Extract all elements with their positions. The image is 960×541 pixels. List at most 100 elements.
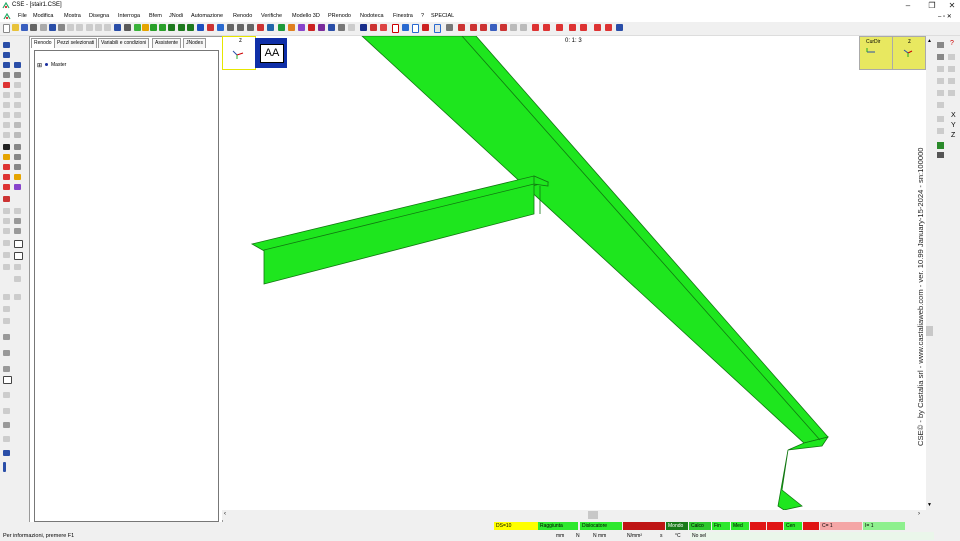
tool-s-icon[interactable] [3, 144, 10, 150]
error-icon[interactable] [422, 24, 429, 31]
scroll-left-icon[interactable]: ‹ [224, 511, 226, 517]
tool-al-icon[interactable] [3, 252, 10, 258]
tool-k-icon[interactable] [3, 102, 10, 108]
bolt-icon[interactable] [370, 24, 377, 31]
tool-aq-icon[interactable] [3, 294, 10, 300]
rtool-b-icon[interactable] [937, 54, 944, 60]
zoom-out-icon[interactable] [237, 24, 244, 31]
check-icon[interactable] [412, 24, 419, 33]
table-icon[interactable] [520, 24, 527, 31]
model-canvas[interactable] [222, 36, 930, 510]
tool-q-icon[interactable] [3, 132, 10, 138]
rtool-i-icon[interactable] [948, 90, 955, 96]
menu-modifica[interactable]: Modifica [33, 13, 53, 19]
cross-icon[interactable] [458, 24, 465, 31]
menu-modello3d[interactable]: Modello 3D [292, 13, 320, 19]
save-icon[interactable] [21, 24, 28, 31]
tool-e-icon[interactable] [3, 72, 10, 78]
new-icon[interactable] [3, 24, 10, 33]
dim3-icon[interactable] [605, 24, 612, 31]
menu-file[interactable]: File [18, 13, 27, 19]
status-ok[interactable]: OK [803, 522, 819, 530]
tool-w-icon[interactable] [3, 164, 10, 170]
3d-viewport[interactable]: z AA 0: 1: 3 CurDir z CSE© - by Castalia… [222, 36, 930, 510]
tool-az-icon[interactable] [3, 408, 10, 414]
vertical-scrollbar[interactable]: ▲ ▼ [926, 36, 934, 510]
snap-icon[interactable] [86, 24, 93, 31]
axis-y-button[interactable]: Y [951, 122, 956, 129]
select-icon[interactable] [114, 24, 121, 31]
down-arrow-icon[interactable] [159, 24, 166, 31]
rtool-f-icon[interactable] [937, 78, 944, 84]
tool-an-icon[interactable] [3, 264, 10, 270]
menu-renodo[interactable]: Renodo [233, 13, 252, 19]
tool-g-icon[interactable] [3, 82, 10, 88]
tool-ap-icon[interactable] [14, 276, 21, 282]
tool-i-icon[interactable] [3, 92, 10, 98]
tool-p-icon[interactable] [14, 122, 21, 128]
menu-prenodo[interactable]: PRenodo [328, 13, 351, 19]
tool-ah-icon[interactable] [3, 228, 10, 234]
tree-item-master[interactable]: Master [51, 62, 66, 68]
axis-x-button[interactable]: X [951, 112, 956, 119]
grid-icon[interactable] [95, 24, 102, 31]
section-icon[interactable] [402, 24, 409, 31]
tool-aw-icon[interactable] [3, 366, 10, 372]
tool-j-icon[interactable] [14, 92, 21, 98]
window-select-icon[interactable] [124, 24, 131, 31]
right-arrow-icon[interactable] [168, 24, 175, 31]
tool-d-icon[interactable] [14, 62, 21, 68]
tool-au-icon[interactable] [3, 334, 10, 340]
tool-z-icon[interactable] [14, 174, 21, 180]
active-tool-icon[interactable] [434, 24, 441, 33]
rtool-j-icon[interactable] [937, 102, 944, 108]
tree-expander-icon[interactable]: ⊞ [37, 62, 42, 69]
pan-icon[interactable] [187, 24, 194, 31]
tool-bb-icon[interactable] [3, 436, 10, 442]
tab-variabili-condizioni[interactable]: Variabili e condizioni [98, 38, 150, 48]
tool-am-icon[interactable] [14, 252, 23, 260]
up-arrow-icon[interactable] [150, 24, 157, 31]
curdir-widget[interactable]: CurDir [859, 36, 893, 70]
dim2-icon[interactable] [580, 24, 587, 31]
cut-icon[interactable] [40, 24, 47, 31]
tool-a-icon[interactable] [3, 42, 10, 48]
tab-jnodes[interactable]: JNodes [183, 38, 206, 48]
menu-nodoteca[interactable]: Nodoteca [360, 13, 384, 19]
view-iso2-icon[interactable] [318, 24, 325, 31]
document-icon[interactable] [3, 13, 12, 21]
tool-af-icon[interactable] [3, 218, 10, 224]
tool-u-icon[interactable] [3, 154, 10, 160]
undo-icon[interactable] [67, 24, 74, 31]
menu-automazione[interactable]: Automazione [191, 13, 223, 19]
status-interpreta[interactable]: Interpreta [623, 522, 665, 530]
status-med[interactable]: Med [731, 522, 749, 530]
tool-ac-icon[interactable] [3, 196, 10, 202]
print-icon[interactable] [30, 24, 37, 31]
menu-mostra[interactable]: Mostra [64, 13, 81, 19]
view-iso-icon[interactable] [308, 24, 315, 31]
rtool-n-icon[interactable] [937, 152, 944, 158]
menu-jnodi[interactable]: JNodi [169, 13, 183, 19]
x-icon[interactable] [470, 24, 477, 31]
tool-f-icon[interactable] [14, 72, 21, 78]
status-fin[interactable]: Fin [712, 522, 730, 530]
tool-as-icon[interactable] [3, 306, 10, 312]
zoom-in-icon[interactable] [227, 24, 234, 31]
wireframe-icon[interactable] [217, 24, 224, 31]
menu-finestra[interactable]: Finestra [393, 13, 413, 19]
status-mondo[interactable]: Mondo [666, 522, 688, 530]
pointer-icon[interactable] [104, 24, 111, 31]
rtool-g-icon[interactable] [948, 78, 955, 84]
view-side-icon[interactable] [298, 24, 305, 31]
scroll-right-icon[interactable]: › [918, 511, 920, 517]
scroll-up-icon[interactable]: ▲ [927, 38, 932, 44]
mdi-controls[interactable]: – ▫ ✕ [938, 13, 952, 20]
tool-n-icon[interactable] [14, 112, 21, 118]
tool-t-icon[interactable] [14, 144, 21, 150]
rtool-a-icon[interactable] [937, 42, 944, 48]
menu-help[interactable]: ? [421, 13, 424, 19]
color-icon[interactable] [360, 24, 367, 31]
tool-c-icon[interactable] [3, 62, 10, 68]
rtool-help-icon[interactable]: ? [950, 40, 954, 47]
